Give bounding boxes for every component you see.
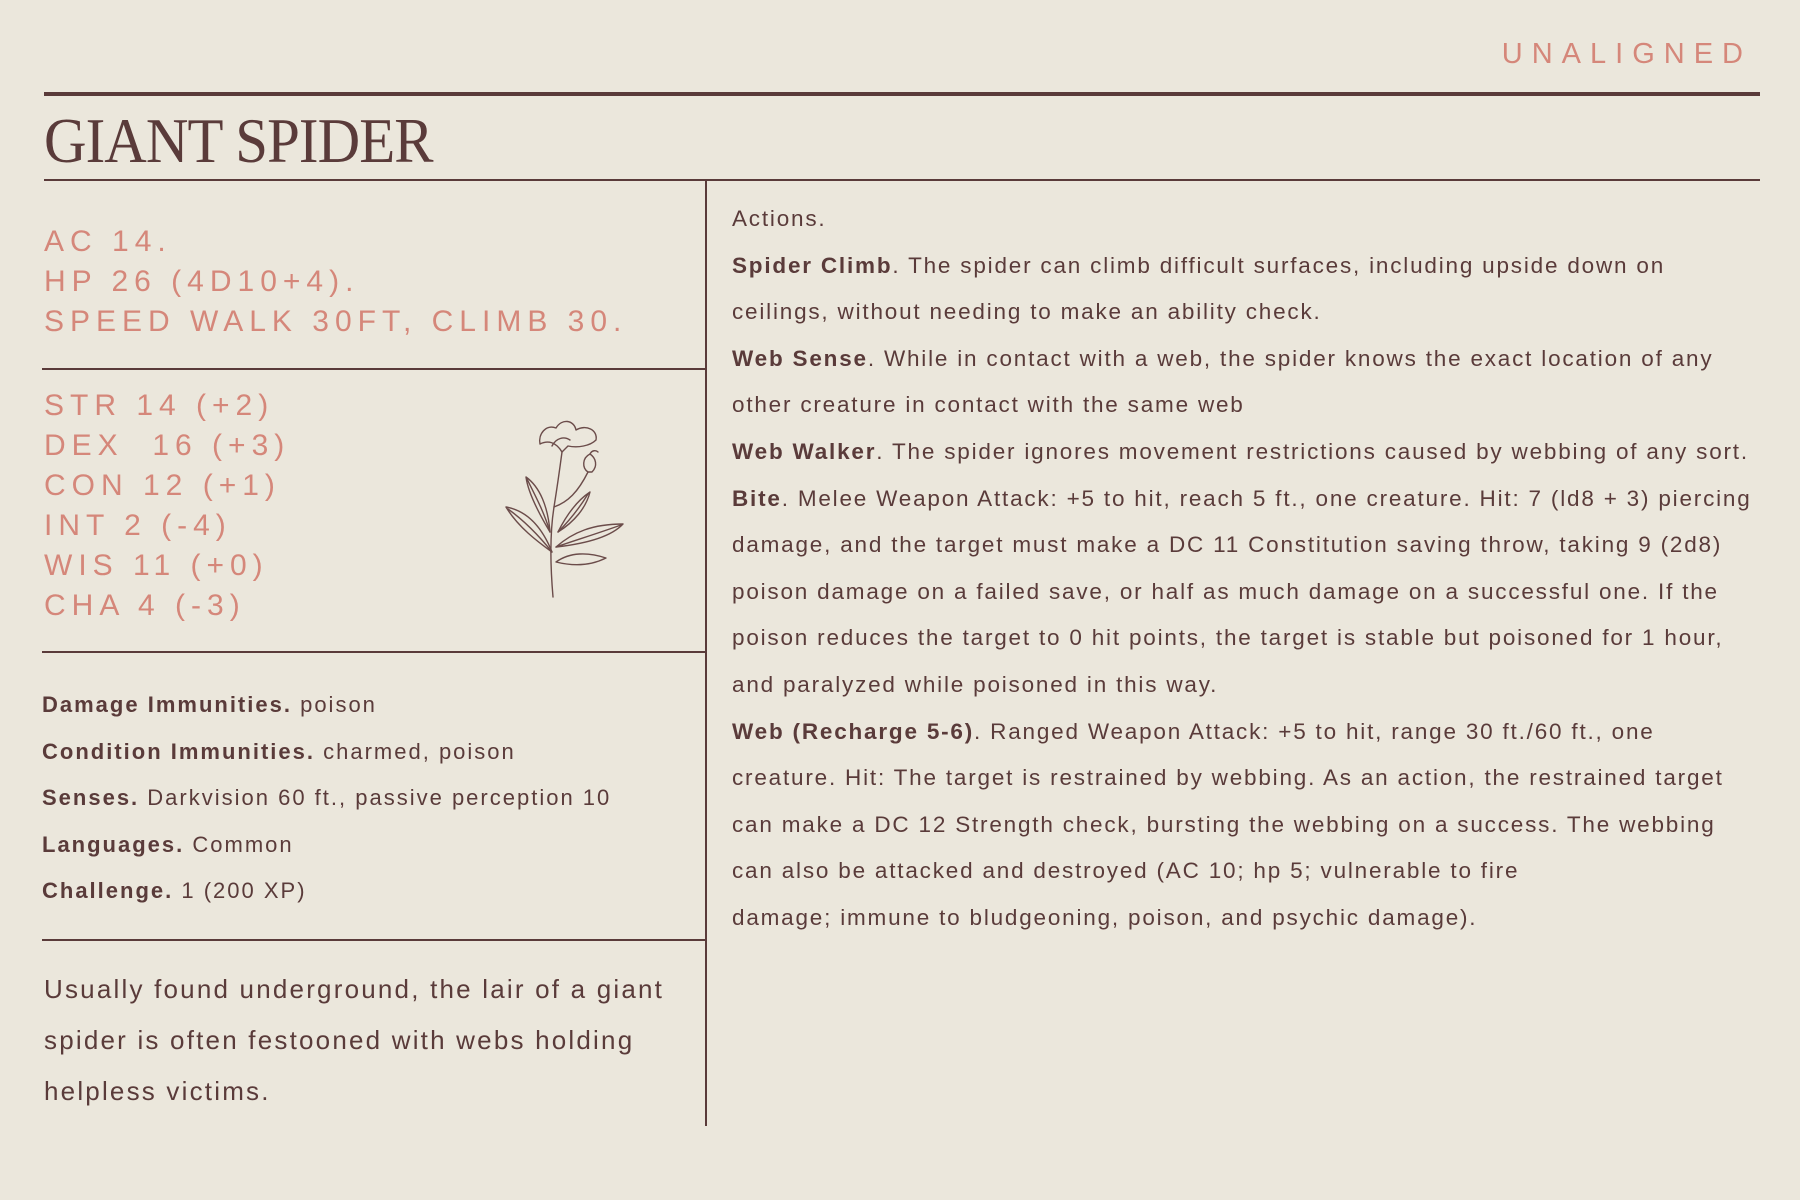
ability-scores: STR 14 (+2) DEX 16 (+3) CON 12 (+1) INT … [44,386,290,626]
top-rule [44,92,1760,96]
divider-properties [42,939,706,941]
action-spider-climb: Spider Climb. The spider can climb diffi… [732,252,1666,325]
ability-wis: WIS 11 (+0) [44,549,269,582]
divider-abilities [42,651,706,653]
prop-languages: Languages. Common [42,831,294,857]
creature-title: GIANT SPIDER [44,105,434,176]
ability-int: INT 2 (-4) [44,509,232,542]
ability-cha: CHA 4 (-3) [44,589,246,622]
prop-damage-immunities: Damage Immunities. poison [42,692,377,717]
prop-senses: Senses. Darkvision 60 ft., passive perce… [42,785,612,810]
flower-sketch-icon [505,420,624,598]
properties-list: Damage Immunities. poison Condition Immu… [42,682,611,915]
speed: SPEED WALK 30FT, CLIMB 30. [44,305,628,338]
actions-section: Actions. Spider Climb. The spider can cl… [732,196,1762,942]
core-stats: AC 14. HP 26 (4D10+4). SPEED WALK 30FT, … [44,222,627,342]
actions-heading: Actions. [732,206,827,231]
alignment-label: UNALIGNED [1501,38,1752,70]
action-web: Web (Recharge 5-6). Ranged Weapon Attack… [732,718,1724,884]
prop-condition-immunities: Condition Immunities. charmed, poison [42,738,516,764]
divider-core [42,368,706,370]
action-web-walker: Web Walker. The spider ignores movement … [732,438,1749,464]
column-divider [705,180,707,1126]
ability-dex: DEX 16 (+3) [44,429,291,462]
action-bite: Bite. Melee Weapon Attack: +5 to hit, re… [732,485,1752,697]
ability-con: CON 12 (+1) [44,469,281,502]
prop-challenge: Challenge. 1 (200 XP) [42,878,307,903]
action-web-continued: damage; immune to bludgeoning, poison, a… [732,904,1478,930]
lore-text: Usually found underground, the lair of a… [44,974,665,1106]
armor-class: AC 14. [44,225,172,258]
ability-str: STR 14 (+2) [44,389,275,422]
hit-points: HP 26 (4D10+4). [44,265,360,298]
title-rule [44,179,1760,181]
action-web-sense: Web Sense. While in contact with a web, … [732,345,1714,418]
